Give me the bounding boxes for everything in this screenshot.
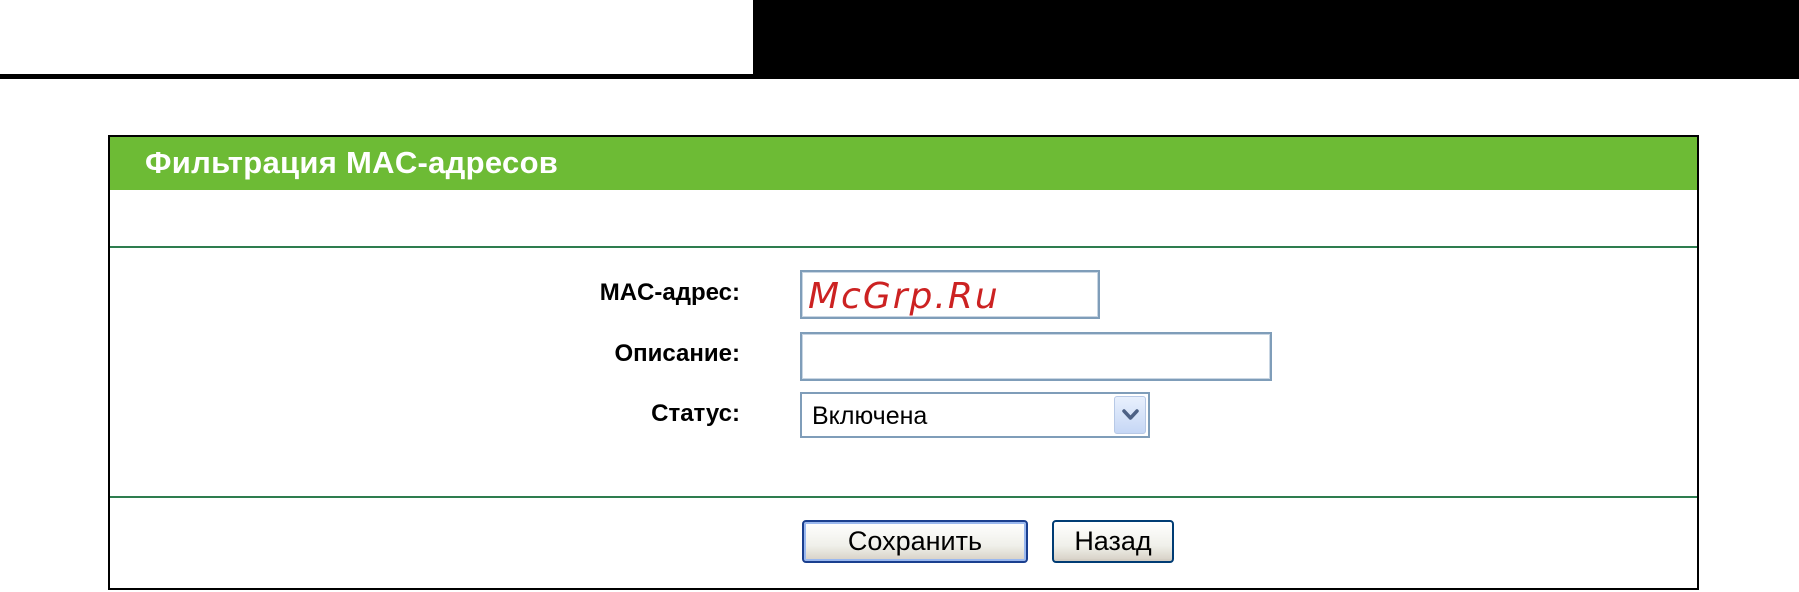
- top-banner-dark: [753, 0, 1799, 76]
- mac-address-label: MAC-адрес:: [599, 279, 740, 306]
- mac-filter-panel: Фильтрация MAC-адресов MAC-адрес: McGrp.…: [108, 135, 1699, 590]
- description-input[interactable]: [800, 332, 1272, 381]
- save-button[interactable]: Сохранить: [802, 520, 1028, 563]
- top-banner-rule: [0, 74, 1799, 79]
- chevron-down-icon: [1122, 409, 1139, 420]
- status-label: Статус:: [651, 400, 740, 427]
- description-label: Описание:: [614, 340, 741, 367]
- divider-top: [110, 246, 1697, 248]
- divider-bottom: [110, 496, 1697, 498]
- status-dropdown-button[interactable]: [1114, 396, 1146, 434]
- mac-address-input[interactable]: McGrp.Ru: [800, 270, 1100, 319]
- panel-title: Фильтрация MAC-адресов: [145, 145, 559, 180]
- status-selected-value: Включена: [812, 402, 928, 430]
- status-select[interactable]: Включена: [800, 392, 1150, 438]
- panel-header: Фильтрация MAC-адресов: [110, 137, 1697, 190]
- back-button[interactable]: Назад: [1052, 520, 1174, 563]
